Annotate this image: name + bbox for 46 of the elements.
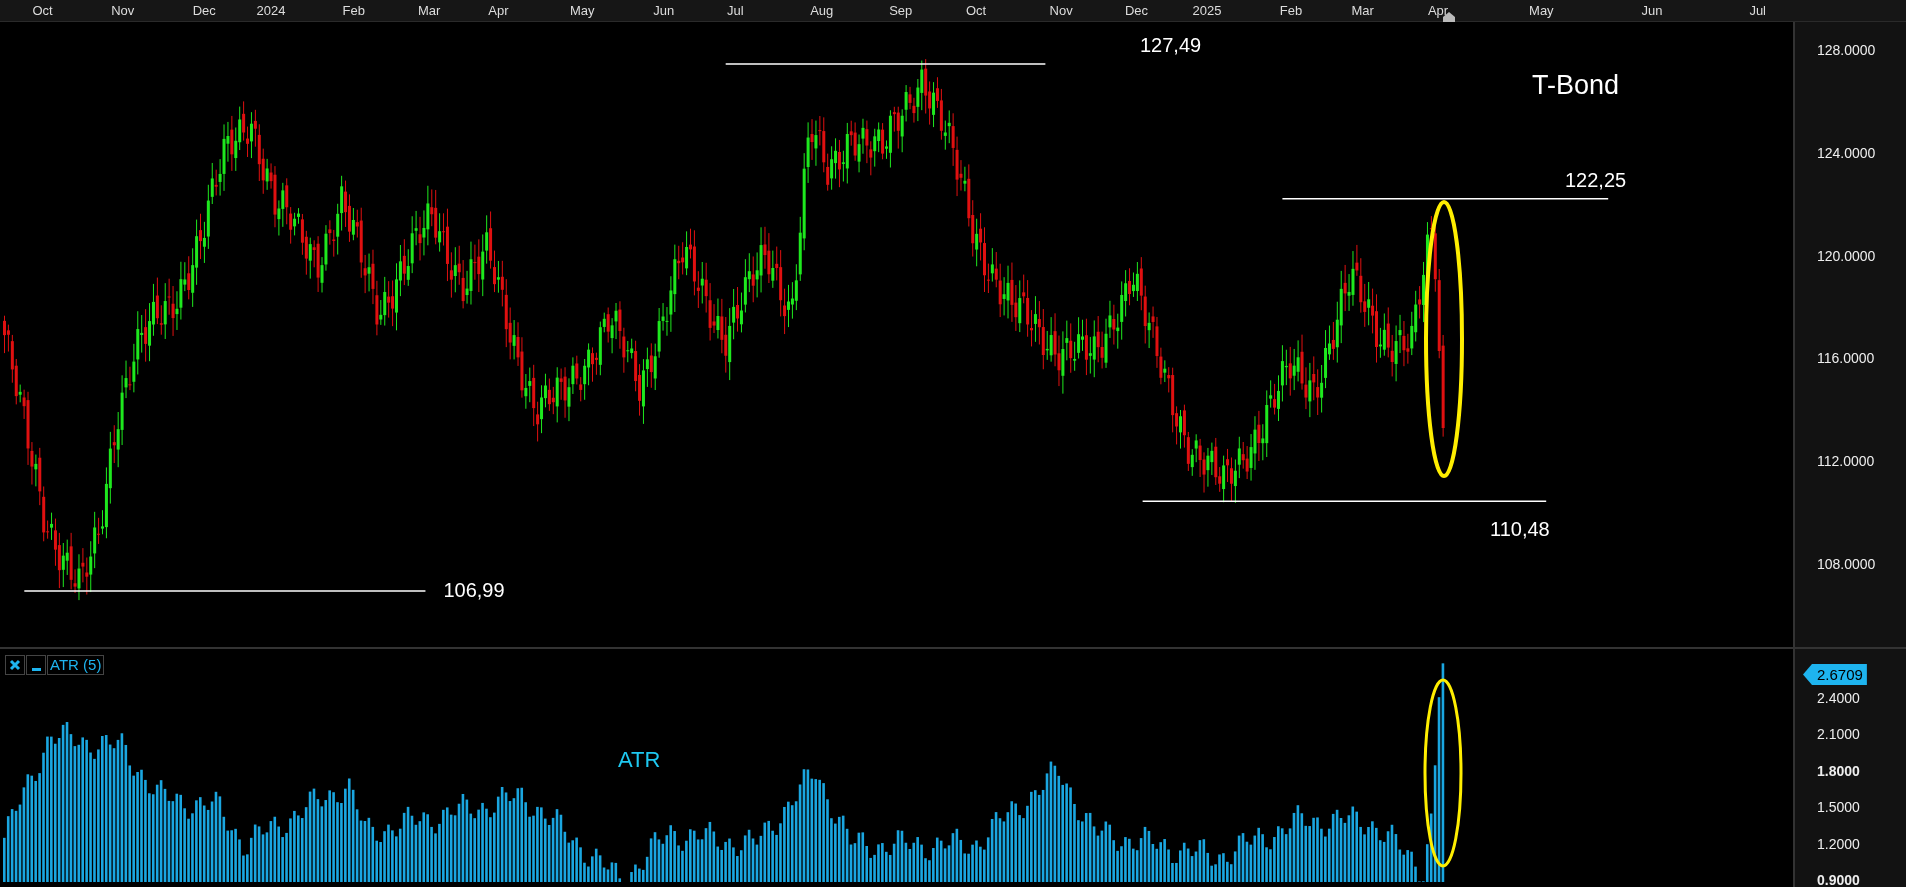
time-axis-label: Dec (1125, 3, 1149, 18)
indicator-axis-label: 0.9000 (1817, 872, 1860, 887)
time-axis-label: Feb (1279, 3, 1303, 18)
time-axis-label: Apr (1427, 3, 1449, 18)
time-axis-label: Feb (342, 3, 365, 18)
time-axis-label: 2025 (1192, 3, 1222, 18)
minimize-button[interactable] (26, 655, 46, 675)
time-axis-label: Jul (727, 3, 744, 18)
price-axis-label: 112.0000 (1817, 453, 1875, 470)
indicator-axis-label: 1.5000 (1817, 799, 1860, 816)
time-axis-label: Dec (192, 3, 216, 18)
time-axis-label: Jul (1749, 3, 1766, 18)
price-axis-label: 124.0000 (1817, 144, 1876, 161)
indicator-axis-label: 1.2000 (1817, 835, 1860, 852)
time-axis-label: Sep (889, 3, 913, 18)
price-axis-label: 116.0000 (1817, 350, 1875, 367)
time-axis-label: Mar (1351, 3, 1374, 18)
time-axis-label: Nov (111, 3, 135, 18)
price-axis-label: 108.0000 (1817, 556, 1876, 572)
time-axis-label: Oct (966, 3, 987, 18)
time-axis-label: Oct (32, 3, 53, 18)
level-label: 122,25 (1565, 168, 1627, 191)
price-axis-label: 120.0000 (1817, 247, 1876, 264)
time-axis-label: Jun (653, 3, 675, 18)
time-axis-label: Mar (417, 3, 441, 18)
time-axis-label: May (1529, 3, 1554, 18)
close-button[interactable] (5, 655, 25, 675)
current-value-tag: 2.6709 (1803, 664, 1867, 685)
indicator-axis-label: 2.1000 (1817, 726, 1860, 743)
level-label: 110,48 (1490, 518, 1550, 541)
chart-title: T-Bond (1532, 70, 1620, 100)
indicator-axis-label: 2.4000 (1817, 690, 1860, 706)
level-label: 127,49 (1140, 34, 1202, 57)
price-axis-label: 128.0000 (1817, 42, 1876, 58)
indicator-label: ATR (618, 747, 661, 772)
indicator-axis-label: 1.8000 (1817, 762, 1860, 779)
time-axis-label: May (569, 3, 595, 18)
indicator-name: ATR (5) (47, 655, 105, 675)
close-icon (9, 659, 21, 671)
time-axis-label: Apr (488, 3, 509, 18)
minimize-icon (31, 668, 41, 671)
time-axis-label: Aug (810, 3, 834, 18)
level-label: 106,99 (443, 578, 505, 601)
time-axis-label: Jun (1641, 3, 1663, 18)
time-axis-label: Nov (1049, 3, 1073, 18)
time-axis-label: 2024 (256, 3, 286, 18)
